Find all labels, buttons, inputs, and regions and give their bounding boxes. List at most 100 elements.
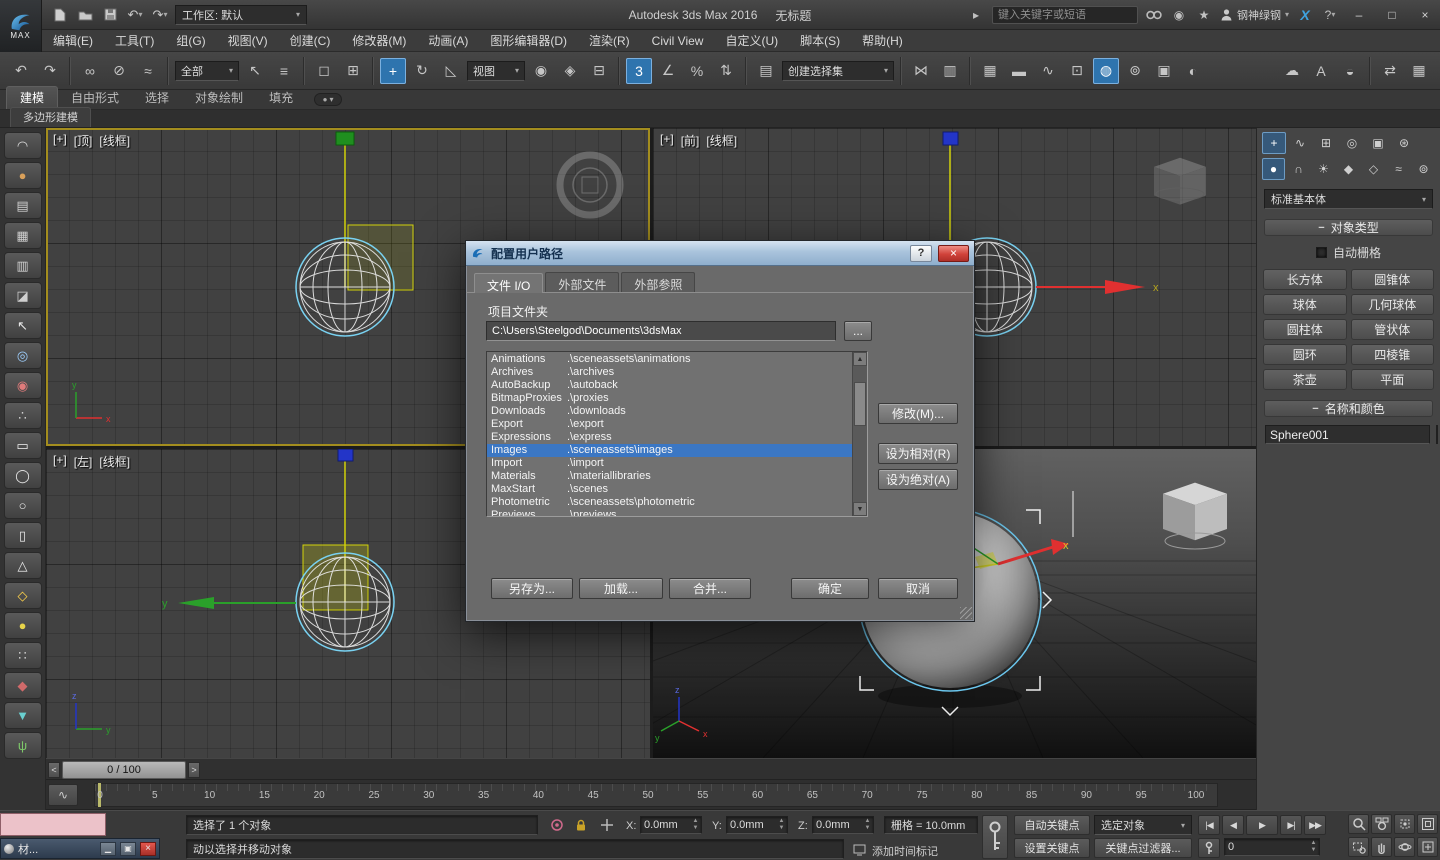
object-type-button-9[interactable]: 平面	[1351, 369, 1435, 390]
circle-tool-icon[interactable]: ○	[4, 492, 42, 519]
new-scene-icon[interactable]	[50, 4, 70, 26]
dots-tool-icon[interactable]: ∷	[4, 642, 42, 669]
snaps-toggle-icon[interactable]: 3	[626, 58, 652, 84]
dialog-help-button[interactable]: ?	[910, 245, 932, 262]
viewport-view-button[interactable]: [左]	[74, 453, 93, 470]
dialog-resize-grip[interactable]	[960, 607, 972, 619]
object-name-field[interactable]	[1265, 425, 1430, 444]
lights-category[interactable]: ☀	[1312, 158, 1335, 180]
object-type-button-6[interactable]: 圆环	[1263, 344, 1347, 365]
dialog-title-bar[interactable]: 配置用户路径 ? ×	[466, 241, 974, 266]
cylinder-tool-icon[interactable]: ▯	[4, 522, 42, 549]
viewport-shading-button[interactable]: [线框]	[99, 453, 130, 470]
macro-recorder-field[interactable]	[0, 813, 106, 836]
percent-snap-icon[interactable]: %	[684, 58, 710, 84]
view-cube-faint[interactable]	[1154, 158, 1206, 205]
add-time-tag-button[interactable]: 添加时间标记	[872, 843, 938, 859]
rendered-frame-window-icon[interactable]: ▣	[1151, 58, 1177, 84]
pan-icon[interactable]	[1371, 837, 1392, 857]
object-type-button-4[interactable]: 圆柱体	[1263, 319, 1347, 340]
scatter-tool-icon[interactable]: ∴	[4, 402, 42, 429]
systems-category[interactable]: ⊚	[1412, 158, 1435, 180]
render-production-icon[interactable]: ◐	[1180, 58, 1206, 84]
key-mode-toggle-button[interactable]	[1198, 838, 1220, 858]
minimized-restore-button[interactable]: ▣	[120, 842, 136, 856]
rectangle-tool-icon[interactable]: ▭	[4, 432, 42, 459]
ribbon-tab-populate[interactable]: 填充	[256, 87, 306, 109]
time-slider-handle[interactable]: 0 / 100	[62, 761, 186, 779]
graphite-ribbon-toggle-icon[interactable]: ▬	[1006, 58, 1032, 84]
redo-icon[interactable]: ↷	[37, 58, 63, 84]
close-window-button[interactable]: ×	[1412, 5, 1438, 25]
object-type-button-5[interactable]: 管状体	[1351, 319, 1435, 340]
isolate-selection-toggle-icon[interactable]	[548, 816, 566, 834]
path-entry-row[interactable]: MaxStart.\scenes	[487, 483, 852, 496]
menu-help[interactable]: 帮助(H)	[851, 30, 914, 51]
set-keys-button[interactable]	[982, 815, 1008, 859]
exchange-apps-icon[interactable]: X	[1296, 6, 1314, 24]
dialog-modify-button[interactable]: 修改(M)...	[878, 403, 958, 424]
gizmo-y-arrow[interactable]: y	[162, 597, 296, 610]
menu-modifiers[interactable]: 修改器(M)	[341, 30, 417, 51]
frame-spinner[interactable]: ▲▼	[1308, 839, 1319, 855]
minimized-close-button[interactable]: ×	[140, 842, 156, 856]
zoom-icon[interactable]	[1348, 814, 1369, 834]
zoom-all-icon[interactable]	[1371, 814, 1392, 834]
select-by-name-icon[interactable]: ≡	[271, 58, 297, 84]
path-entry-row[interactable]: Archives.\archives	[487, 366, 852, 379]
rotate-gizmo[interactable]	[560, 155, 620, 215]
menu-customize[interactable]: 自定义(U)	[714, 30, 789, 51]
y-coordinate-input[interactable]	[727, 819, 776, 831]
ribbon-panel-polygon-modeling[interactable]: 多边形建模	[10, 107, 91, 127]
menu-scripting[interactable]: 脚本(S)	[789, 30, 851, 51]
save-file-icon[interactable]	[100, 4, 120, 26]
spin-up-icon[interactable]: ▲	[776, 818, 787, 825]
target-tool-icon[interactable]: ◎	[4, 342, 42, 369]
viewport-menu-button[interactable]: [+]	[53, 132, 67, 149]
path-entry-row[interactable]: Expressions.\express	[487, 431, 852, 444]
dialog-ok-button[interactable]: 确定	[791, 578, 869, 599]
selection-filter-dropdown[interactable]: 全部▾	[175, 61, 239, 81]
ribbon-tab-modeling[interactable]: 建模	[6, 86, 58, 109]
render-setup-icon[interactable]: ⊚	[1122, 58, 1148, 84]
ribbon-tab-freeform[interactable]: 自由形式	[58, 87, 132, 109]
select-and-manipulate-icon[interactable]: ◈	[557, 58, 583, 84]
pivot-tool-icon[interactable]: ◉	[4, 372, 42, 399]
ribbon-state-toggle-icon[interactable]: ●▾	[314, 93, 342, 106]
path-entry-row[interactable]: Materials.\materiallibraries	[487, 470, 852, 483]
viewport-view-button[interactable]: [前]	[681, 132, 700, 149]
spin-up-icon[interactable]: ▲	[690, 818, 701, 825]
coordinate-display-toggle-icon[interactable]	[598, 816, 616, 834]
track-bar[interactable]: ∿ 05101520253035404550556065707580859095…	[46, 780, 1256, 810]
current-frame-input[interactable]	[1225, 841, 1308, 853]
go-to-start-button[interactable]: |◀	[1198, 815, 1220, 835]
play-animation-button[interactable]: ▶	[1246, 815, 1278, 835]
grass-tool-icon[interactable]: ψ	[4, 732, 42, 759]
path-entry-row[interactable]: AutoBackup.\autoback	[487, 379, 852, 392]
dialog-load-button[interactable]: 加载...	[579, 578, 663, 599]
scroll-thumb[interactable]	[854, 382, 866, 426]
x-spinner[interactable]: ▲▼	[690, 817, 701, 833]
path-entry-row[interactable]: Images.\sceneassets\images	[487, 444, 852, 457]
dialog-tab-0[interactable]: 文件 I/O	[474, 273, 543, 293]
previous-frame-arrow[interactable]: <	[48, 762, 60, 778]
create-tab[interactable]: +	[1262, 132, 1286, 154]
corner-tool-icon[interactable]: ◪	[4, 282, 42, 309]
shapes-category[interactable]: ∩	[1287, 158, 1310, 180]
project-folder-path-field[interactable]	[486, 321, 836, 341]
panels-tool-icon[interactable]: ▥	[4, 252, 42, 279]
list-scrollbar[interactable]: ▲ ▼	[852, 352, 867, 516]
object-color-swatch[interactable]	[1436, 425, 1438, 444]
favorites-star-icon[interactable]: ★	[1195, 6, 1213, 24]
droplet-tool-icon[interactable]: ▼	[4, 702, 42, 729]
render-in-cloud-icon[interactable]: ☁	[1279, 58, 1305, 84]
name-and-color-rollout[interactable]: − 名称和颜色	[1264, 400, 1433, 417]
asset-tracking-icon[interactable]: ▦	[1406, 58, 1432, 84]
dialog-close-button[interactable]: ×	[938, 245, 969, 262]
window-crossing-toggle-icon[interactable]: ⊞	[340, 58, 366, 84]
rectangular-selection-region-icon[interactable]: ◻	[311, 58, 337, 84]
viewport-shading-button[interactable]: [线框]	[706, 132, 737, 149]
path-entry-row[interactable]: BitmapProxies.\proxies	[487, 392, 852, 405]
help-menu-button[interactable]: ?▾	[1321, 6, 1339, 24]
gizmo-z-handle[interactable]	[338, 449, 353, 461]
